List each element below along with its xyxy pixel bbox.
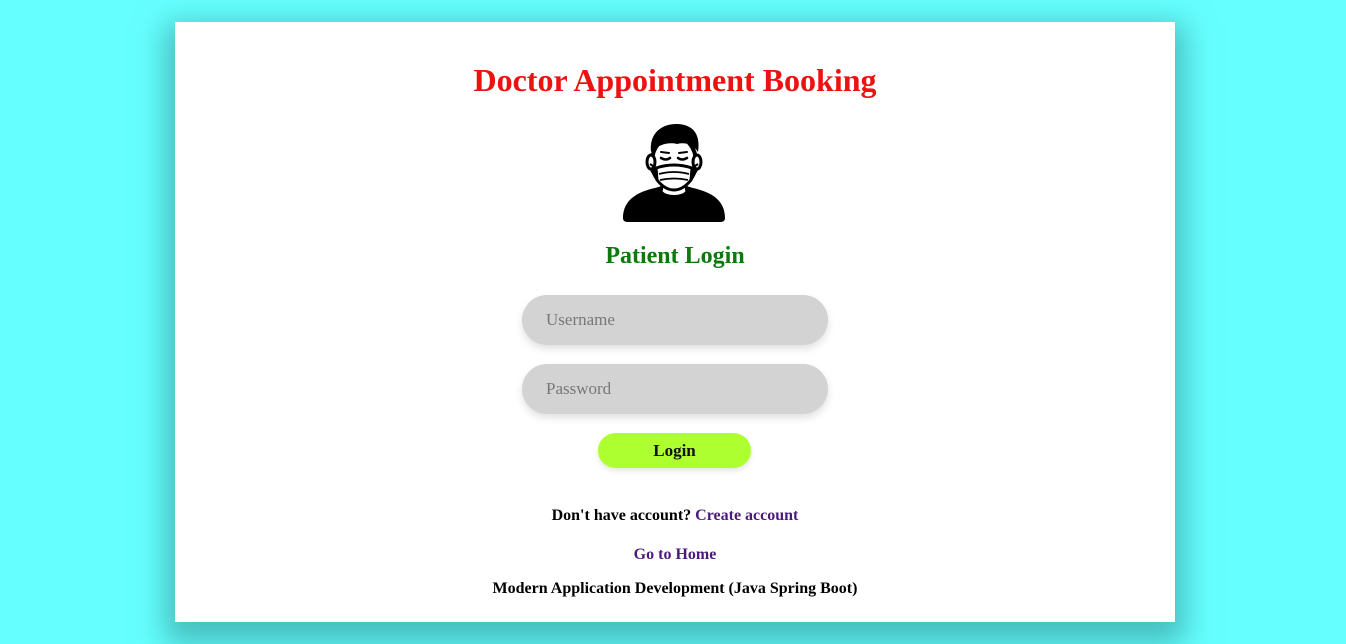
login-button[interactable]: Login [598, 433, 751, 468]
signup-prompt: Don't have account? Create account [175, 506, 1175, 526]
signup-prompt-text: Don't have account? [551, 507, 696, 524]
home-link-row: Go to Home [175, 545, 1175, 565]
login-card: Doctor Appointment Booking Patient Login… [175, 22, 1175, 622]
create-account-link[interactable]: Create account [695, 507, 798, 524]
login-heading: Patient Login [605, 243, 745, 269]
go-to-home-link[interactable]: Go to Home [634, 546, 717, 563]
username-input[interactable] [522, 295, 828, 345]
password-input[interactable] [522, 364, 828, 414]
footer-text: Modern Application Development (Java Spr… [492, 580, 858, 597]
page-title: Doctor Appointment Booking [473, 62, 877, 98]
masked-patient-icon [623, 124, 725, 222]
